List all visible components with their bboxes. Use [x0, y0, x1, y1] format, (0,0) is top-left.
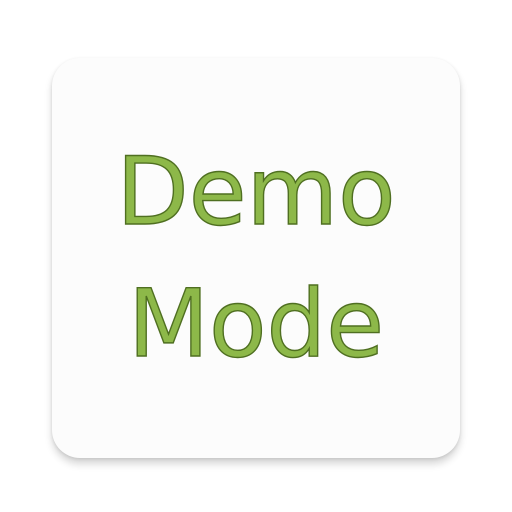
app-icon-label-line-2: Mode: [127, 270, 385, 379]
app-icon-tile[interactable]: Demo Mode: [52, 58, 460, 458]
app-icon-label-line-1: Demo: [116, 138, 397, 247]
